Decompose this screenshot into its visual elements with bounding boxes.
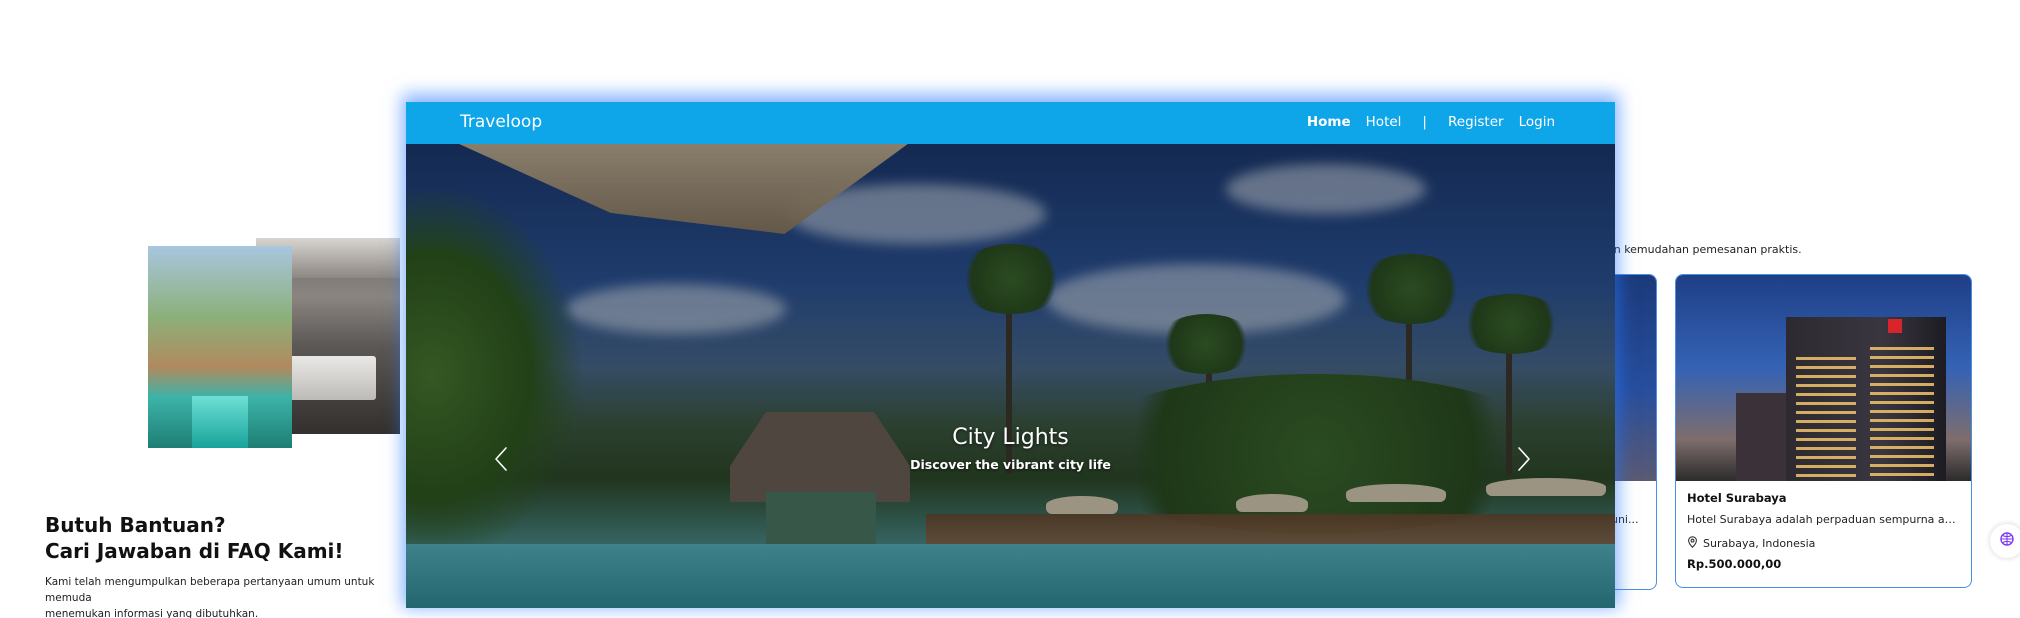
building-windows — [1796, 357, 1856, 477]
faq-title-line-2: Cari Jawaban di FAQ Kami! — [45, 539, 344, 563]
brand-logo[interactable]: Traveloop — [460, 112, 542, 132]
nav-separator: | — [1422, 114, 1427, 130]
chevron-right-icon — [1516, 446, 1532, 477]
nav-link-register[interactable]: Register — [1448, 114, 1504, 130]
building-main — [1786, 317, 1946, 481]
hero-carousel: City Lights Discover the vibrant city li… — [406, 144, 1615, 608]
hotel-logo-icon — [1888, 319, 1902, 333]
pool-garden-photo — [148, 246, 292, 448]
hotel-card-body: Hotel Surabaya Hotel Surabaya adalah per… — [1676, 481, 1971, 579]
nav-link-hotel[interactable]: Hotel — [1366, 114, 1402, 130]
navbar: Traveloop Home Hotel | Register Login — [406, 102, 1615, 144]
carousel-next-button[interactable] — [1509, 446, 1539, 476]
hotel-card-image — [1676, 275, 1971, 481]
faq-description-line-2: menemukan informasi yang dibutuhkan. — [45, 608, 259, 618]
hero-dim-overlay — [406, 144, 1615, 608]
hotel-price: Rp.500.000,00 — [1687, 557, 1782, 571]
chevron-left-icon — [493, 446, 509, 477]
carousel-subtitle: Discover the vibrant city life — [910, 457, 1111, 472]
building-windows — [1870, 347, 1934, 477]
carousel-caption: City Lights Discover the vibrant city li… — [406, 424, 1615, 472]
carousel-prev-button[interactable] — [486, 446, 516, 476]
faq-section: Butuh Bantuan? Cari Jawaban di FAQ Kami!… — [45, 512, 445, 618]
page: Butuh Bantuan? Cari Jawaban di FAQ Kami!… — [0, 0, 2020, 618]
hotel-location-text: Surabaya, Indonesia — [1703, 537, 1816, 550]
preview-window: Traveloop Home Hotel | Register Login Ci… — [406, 102, 1615, 608]
nav-links: Home Hotel | Register Login — [1307, 114, 1555, 130]
faq-title-line-1: Butuh Bantuan? — [45, 513, 226, 537]
network-icon — [2000, 531, 2014, 551]
hotel-location: Surabaya, Indonesia — [1687, 536, 1960, 551]
floating-action-button[interactable] — [1990, 524, 2020, 558]
nav-link-home[interactable]: Home — [1307, 114, 1351, 130]
hotel-description: Hotel Surabaya adalah perpaduan sempurna… — [1687, 513, 1960, 526]
carousel-title: City Lights — [952, 425, 1069, 450]
faq-description-line-1: Kami telah mengumpulkan beberapa pertany… — [45, 576, 375, 604]
gallery-images — [148, 238, 408, 448]
hotel-card[interactable]: Hotel Surabaya Hotel Surabaya adalah per… — [1675, 274, 1972, 588]
promo-text: dan kemudahan pemesanan praktis. — [1600, 243, 1802, 256]
bed-detail — [286, 356, 376, 400]
map-pin-icon — [1687, 536, 1698, 551]
faq-title: Butuh Bantuan? Cari Jawaban di FAQ Kami! — [45, 512, 445, 564]
faq-description: Kami telah mengumpulkan beberapa pertany… — [45, 574, 405, 618]
pool-detail — [192, 396, 248, 448]
nav-link-login[interactable]: Login — [1519, 114, 1555, 130]
hotel-name: Hotel Surabaya — [1687, 491, 1787, 505]
